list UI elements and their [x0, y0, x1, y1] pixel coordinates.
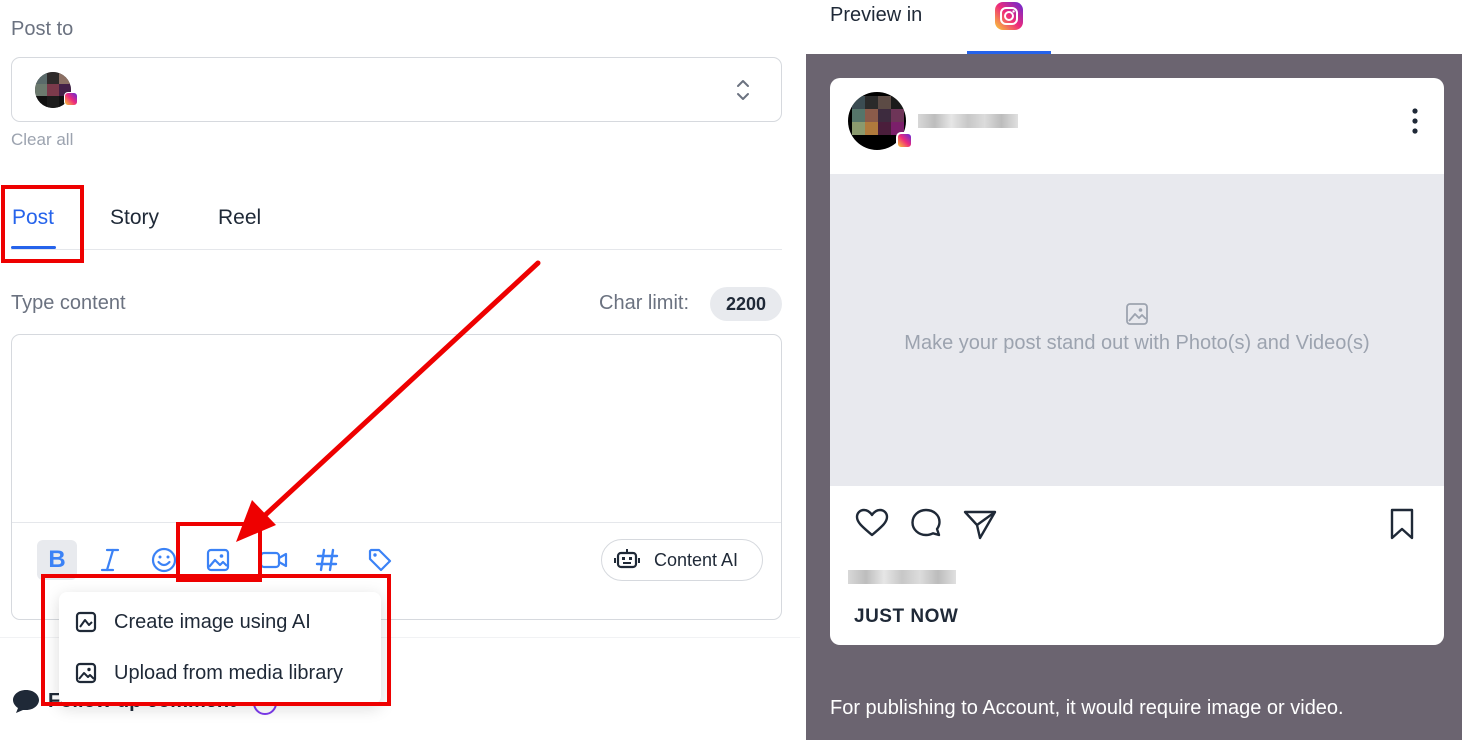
editor-toolbar-divider	[12, 522, 781, 523]
char-limit-badge: 2200	[710, 287, 782, 321]
heart-icon[interactable]	[855, 508, 889, 538]
italic-icon	[100, 548, 120, 572]
select-chevrons-icon	[737, 80, 749, 100]
preview-caption-blurred	[848, 570, 956, 584]
hashtag-icon	[315, 548, 339, 572]
preview-username-blurred	[918, 114, 1018, 128]
content-ai-button[interactable]: Content AI	[601, 539, 763, 581]
media-placeholder-text: Make your post stand out with Photo(s) a…	[904, 332, 1370, 354]
preview-instagram-badge-icon	[896, 132, 913, 149]
robot-icon	[614, 549, 640, 569]
bookmark-icon[interactable]	[1388, 508, 1416, 540]
account-select[interactable]	[11, 57, 782, 122]
media-placeholder: Make your post stand out with Photo(s) a…	[830, 174, 1444, 486]
instagram-badge-icon	[64, 92, 78, 106]
comment-bubble-icon	[13, 690, 39, 713]
annotation-box-image-menu	[41, 574, 391, 706]
type-content-label: Type content	[11, 292, 126, 314]
post-to-label: Post to	[11, 18, 74, 40]
publish-requirement-note: For publishing to Account, it would requ…	[830, 697, 1344, 719]
share-icon[interactable]	[963, 508, 997, 540]
image-placeholder-icon	[1126, 303, 1148, 325]
instagram-post-preview: Make your post stand out with Photo(s) a…	[830, 78, 1444, 645]
annotation-box-post-tab	[1, 185, 84, 263]
tab-story[interactable]: Story	[110, 206, 159, 230]
tabs-divider	[11, 249, 782, 250]
video-icon	[259, 551, 288, 569]
clear-all-link[interactable]: Clear all	[11, 130, 73, 150]
emoji-icon	[151, 547, 177, 573]
tab-reel[interactable]: Reel	[218, 206, 261, 230]
char-limit-label: Char limit:	[599, 292, 690, 314]
instagram-icon[interactable]	[995, 2, 1023, 30]
instagram-glyph-icon	[1000, 7, 1018, 25]
preview-in-label: Preview in	[830, 4, 923, 26]
tag-icon	[368, 548, 392, 572]
post-timestamp: JUST NOW	[854, 606, 959, 627]
comment-icon[interactable]	[909, 508, 943, 540]
annotation-box-image-button	[176, 522, 262, 582]
content-ai-label: Content AI	[654, 549, 739, 570]
more-options-icon[interactable]	[1412, 108, 1418, 134]
